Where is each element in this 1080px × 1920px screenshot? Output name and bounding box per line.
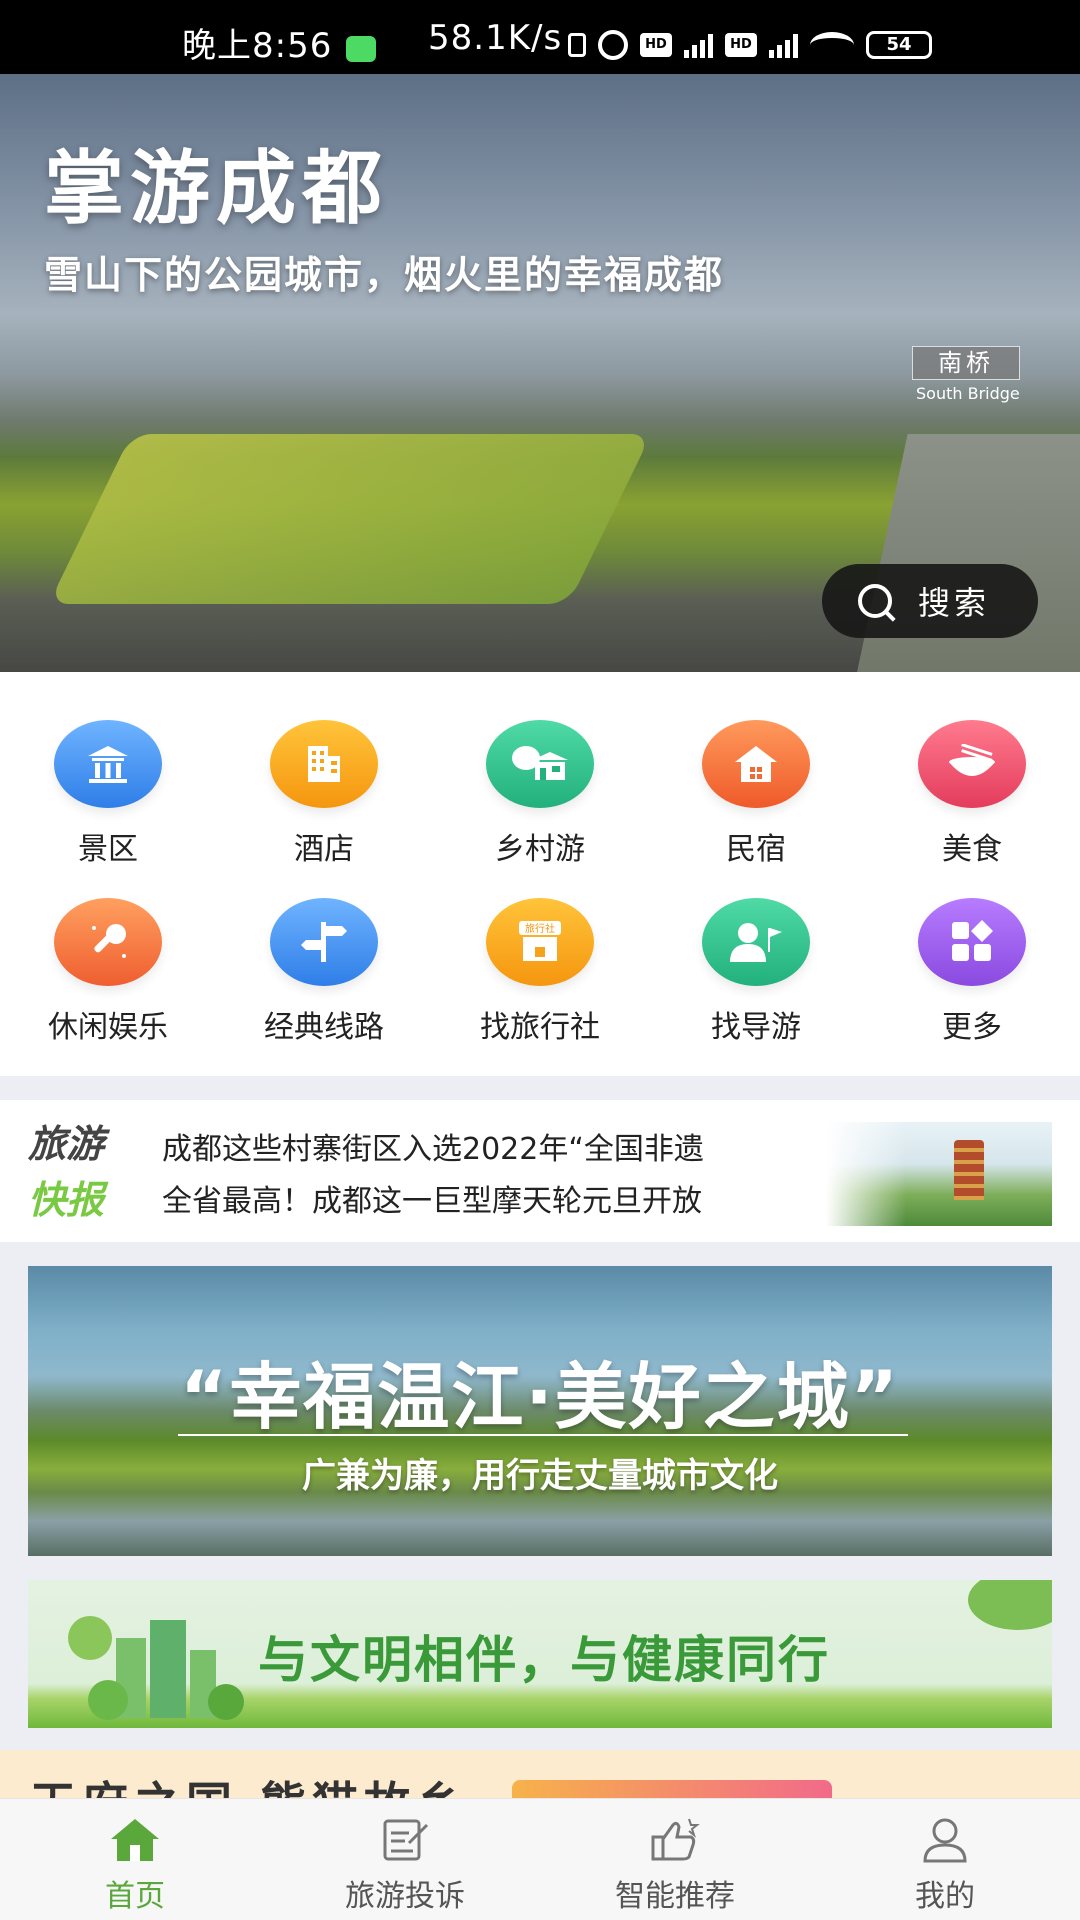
- category-more[interactable]: 更多: [887, 898, 1057, 1046]
- bowl-icon: [918, 720, 1026, 808]
- search-label: 搜索: [918, 584, 991, 622]
- bluetooth-icon: [568, 33, 586, 57]
- temple-icon: [54, 720, 162, 808]
- category-scenic[interactable]: 景区: [23, 720, 193, 868]
- news-badge: 旅游 快报: [28, 1116, 104, 1228]
- app-notification-icon: [346, 36, 376, 62]
- search-icon: [858, 584, 892, 618]
- status-icons: HD HD 54: [568, 30, 932, 60]
- complaint-icon: [379, 1817, 431, 1863]
- network-speed: 58.1K/s: [428, 18, 563, 58]
- hero-title: 掌游成都: [44, 142, 388, 235]
- category-grid: 景区 酒店 乡村游 民宿 美食 休闲娱乐 经典线路 旅行社 找旅行社 找导游 更…: [0, 672, 1080, 1076]
- signal-5g-icon: [684, 32, 713, 58]
- category-label: 经典线路: [264, 1010, 384, 1045]
- nav-label: 智能推荐: [615, 1879, 735, 1914]
- category-label: 酒店: [294, 832, 354, 867]
- village-icon: [486, 720, 594, 808]
- nav-recommend[interactable]: 智能推荐: [575, 1817, 775, 1915]
- house-icon: [702, 720, 810, 808]
- category-homestay[interactable]: 民宿: [671, 720, 841, 868]
- category-label: 找导游: [711, 1010, 801, 1045]
- wifi-icon: [810, 32, 854, 58]
- news-item[interactable]: 成都这些村寨街区入选2022年“全国非遗: [162, 1124, 826, 1168]
- guide-icon: [702, 898, 810, 986]
- category-village-tour[interactable]: 乡村游: [455, 720, 625, 868]
- hero-park-field: [48, 434, 652, 604]
- microphone-icon: [54, 898, 162, 986]
- status-time: 晚上8:56: [182, 26, 333, 66]
- category-leisure[interactable]: 休闲娱乐: [23, 898, 193, 1046]
- category-food[interactable]: 美食: [887, 720, 1057, 868]
- battery-icon: 54: [866, 31, 932, 59]
- nav-profile[interactable]: 我的: [845, 1817, 1045, 1915]
- category-label: 景区: [78, 832, 138, 867]
- category-hotel[interactable]: 酒店: [239, 720, 409, 868]
- thumbs-up-icon: [649, 1817, 701, 1863]
- pagoda-image: [954, 1140, 984, 1200]
- landmark-label-en: South Bridge: [916, 384, 1020, 403]
- category-find-guide[interactable]: 找导游: [671, 898, 841, 1046]
- profile-icon: [919, 1817, 971, 1863]
- category-label: 找旅行社: [480, 1010, 600, 1045]
- nav-complaint[interactable]: 旅游投诉: [305, 1817, 505, 1915]
- category-label: 美食: [942, 832, 1002, 867]
- banner-divider: [178, 1434, 908, 1436]
- category-label: 更多: [942, 1010, 1002, 1045]
- nav-label: 我的: [915, 1879, 975, 1914]
- category-label: 休闲娱乐: [48, 1010, 168, 1045]
- landmark-label: 南桥: [912, 346, 1020, 380]
- news-badge-line2: 快报: [28, 1178, 105, 1222]
- alarm-icon: [598, 30, 628, 60]
- news-thumbnail[interactable]: [826, 1122, 1052, 1226]
- news-item[interactable]: 全省最高！成都这一巨型摩天轮元旦开放: [162, 1176, 826, 1220]
- nav-label: 首页: [105, 1879, 165, 1914]
- status-bar: 晚上8:56 58.1K/s HD HD 54: [0, 0, 1080, 74]
- hero-banner[interactable]: 掌游成都 雪山下的公园城市，烟火里的幸福成都 南桥 South Bridge 搜…: [0, 74, 1080, 672]
- nav-home[interactable]: 首页: [35, 1817, 235, 1915]
- agency-badge-text: 旅行社: [525, 922, 555, 935]
- home-icon: [109, 1817, 161, 1863]
- app-screen: 晚上8:56 58.1K/s HD HD 54 掌游成都 雪山下的公园城市，烟火…: [0, 0, 1080, 1920]
- hero-subtitle: 雪山下的公园城市，烟火里的幸福成都: [44, 253, 725, 297]
- nav-label: 旅游投诉: [345, 1879, 465, 1914]
- signpost-icon: [270, 898, 378, 986]
- category-classic-routes[interactable]: 经典线路: [239, 898, 409, 1046]
- category-label: 民宿: [726, 832, 786, 867]
- category-label: 乡村游: [495, 832, 585, 867]
- sun-icon: [68, 1616, 112, 1660]
- grid-icon: [918, 898, 1026, 986]
- hd-icon: HD: [640, 33, 672, 57]
- news-badge-line1: 旅游: [28, 1122, 105, 1166]
- search-button[interactable]: 搜索: [822, 564, 1038, 638]
- travel-news-ticker[interactable]: 旅游 快报 成都这些村寨街区入选2022年“全国非遗 全省最高！成都这一巨型摩天…: [0, 1100, 1080, 1242]
- wenjiang-promo-banner[interactable]: “幸福温江·美好之城” 广兼为廉，用行走丈量城市文化: [28, 1266, 1052, 1556]
- banner-slogan: 与文明相伴，与健康同行: [258, 1631, 830, 1689]
- hotel-icon: [270, 720, 378, 808]
- signal-4g-icon: [769, 32, 798, 58]
- banner-title: “幸福温江·美好之城”: [180, 1355, 900, 1439]
- banner-subtitle: 广兼为廉，用行走丈量城市文化: [302, 1456, 778, 1496]
- hd-icon-2: HD: [725, 33, 757, 57]
- civility-health-banner[interactable]: 与文明相伴，与健康同行: [28, 1580, 1052, 1728]
- agency-icon: 旅行社: [486, 898, 594, 986]
- category-travel-agency[interactable]: 旅行社 找旅行社: [455, 898, 625, 1046]
- bottom-nav: 首页 旅游投诉 智能推荐 我的: [0, 1798, 1080, 1920]
